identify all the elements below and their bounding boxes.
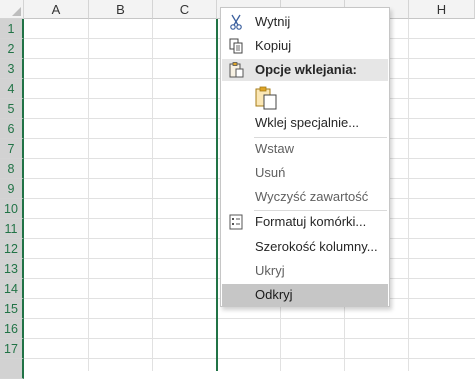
select-all-corner[interactable] — [0, 0, 24, 19]
menu-item-format-cells[interactable]: Formatuj komórki... — [222, 211, 388, 233]
row-header[interactable]: 14 — [0, 279, 24, 299]
row-header[interactable]: 15 — [0, 299, 24, 319]
menu-item-cut[interactable]: Wytnij — [222, 11, 388, 33]
row-header[interactable]: 13 — [0, 259, 24, 279]
menu-item-copy-label: Kopiuj — [255, 38, 292, 53]
paste-option-button[interactable] — [255, 86, 277, 110]
context-menu: Wytnij Kopiuj Opcje wklejania: Wklej spe… — [220, 7, 390, 307]
menu-item-cut-label: Wytnij — [255, 14, 291, 29]
row-header[interactable]: 16 — [0, 319, 24, 339]
menu-item-clear-contents[interactable]: Wyczyść zawartość — [222, 186, 388, 208]
gridline — [152, 19, 153, 371]
menu-item-copy[interactable]: Kopiuj — [222, 35, 388, 57]
row-header[interactable]: 7 — [0, 139, 24, 159]
row-header[interactable]: 12 — [0, 239, 24, 259]
row-header[interactable] — [0, 359, 24, 379]
column-header-h[interactable]: H — [409, 0, 475, 19]
menu-item-hide-label: Ukryj — [255, 263, 285, 278]
menu-item-column-width-label: Szerokość kolumny... — [255, 239, 378, 254]
column-header-c[interactable]: C — [153, 0, 217, 19]
copy-icon — [229, 38, 243, 54]
gridline — [408, 19, 409, 371]
gridline — [88, 19, 89, 371]
row-header[interactable]: 10 — [0, 199, 24, 219]
scissors-icon — [230, 14, 242, 30]
row-header[interactable]: 2 — [0, 39, 24, 59]
menu-item-paste-special[interactable]: Wklej specjalnie... — [222, 112, 388, 134]
row-header[interactable]: 8 — [0, 159, 24, 179]
row-header[interactable]: 5 — [0, 99, 24, 119]
format-cells-icon — [229, 214, 243, 230]
menu-item-format-cells-label: Formatuj komórki... — [255, 214, 367, 229]
menu-item-clear-contents-label: Wyczyść zawartość — [255, 189, 369, 204]
clipboard-icon — [229, 62, 244, 78]
column-header-b[interactable]: B — [89, 0, 153, 19]
column-header-a[interactable]: A — [24, 0, 89, 19]
row-header[interactable]: 1 — [0, 19, 24, 39]
paste-clipboard-icon — [255, 86, 277, 110]
row-header[interactable]: 17 — [0, 339, 24, 359]
menu-item-paste-special-label: Wklej specjalnie... — [255, 115, 360, 130]
menu-item-unhide-label: Odkryj — [255, 287, 293, 302]
menu-item-column-width[interactable]: Szerokość kolumny... — [222, 236, 388, 258]
menu-item-delete[interactable]: Usuń — [222, 162, 388, 184]
row-header[interactable]: 11 — [0, 219, 24, 239]
paste-options-header: Opcje wklejania: — [222, 59, 388, 81]
row-header[interactable]: 6 — [0, 119, 24, 139]
menu-item-unhide[interactable]: Odkryj — [222, 284, 388, 306]
menu-item-hide[interactable]: Ukryj — [222, 260, 388, 282]
menu-item-delete-label: Usuń — [255, 165, 286, 180]
row-header[interactable]: 4 — [0, 79, 24, 99]
paste-options-label: Opcje wklejania: — [255, 62, 357, 77]
row-header[interactable]: 3 — [0, 59, 24, 79]
menu-item-insert-label: Wstaw — [255, 141, 294, 156]
hidden-column-selection-marker — [216, 19, 218, 371]
row-header[interactable]: 9 — [0, 179, 24, 199]
select-all-triangle-icon — [12, 7, 21, 16]
menu-item-insert[interactable]: Wstaw — [222, 138, 388, 160]
